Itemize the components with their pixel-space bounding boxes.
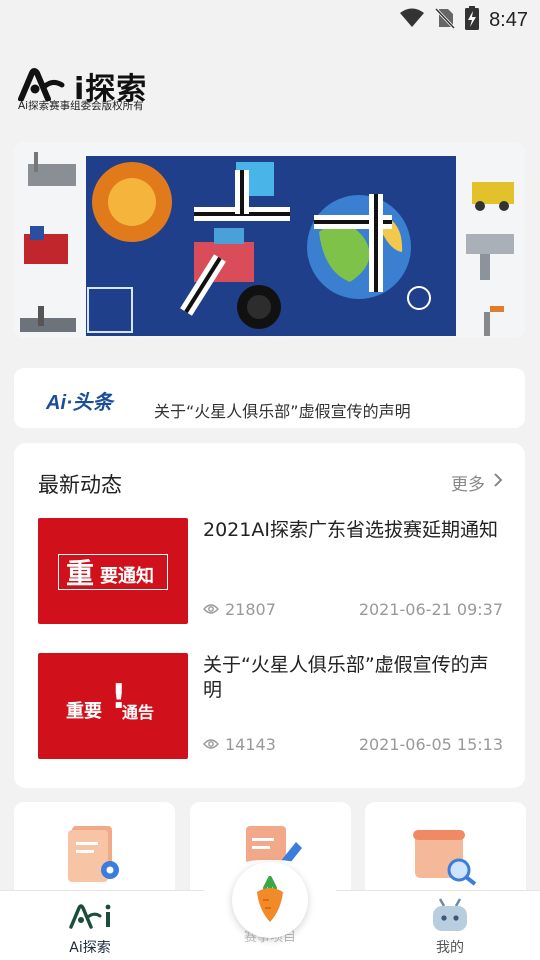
news-item[interactable]: 重 要通知 2021AI探索广东省选拔赛延期通知 21807 2021-06-2… <box>38 518 503 624</box>
battery-charging-icon <box>465 6 480 34</box>
headline-text[interactable]: 关于“火星人俱乐部”虚假宣传的声明 <box>154 398 411 422</box>
latest-news-card: 最新动态 更多 重 要通知 2021AI探索广东省选拔赛延期通知 21807 2… <box>14 443 525 788</box>
section-title: 最新动态 <box>38 473 122 497</box>
more-link[interactable]: 更多 <box>451 470 503 495</box>
headline-logo: Ai·头条 <box>46 392 113 414</box>
carrot-icon <box>251 876 289 928</box>
news-thumbnail: 重 要通知 <box>38 518 188 624</box>
robot-face-icon <box>430 897 470 937</box>
status-icons: 8:47 <box>399 6 528 34</box>
eye-icon <box>203 600 219 619</box>
thumbnail-caption: 要通知 <box>100 566 154 587</box>
news-date: 2021-06-21 09:37 <box>358 600 503 619</box>
banner-image <box>14 142 525 338</box>
headline-ticker[interactable]: Ai·头条 关于“火星人俱乐部”虚假宣传的声明 <box>14 368 525 428</box>
thumbnail-caption-right: 通告 <box>122 703 155 722</box>
ai-logo-icon <box>68 903 114 933</box>
status-bar: 8:47 <box>0 0 540 36</box>
tab-me-label: 我的 <box>436 940 464 956</box>
news-title[interactable]: 2021AI探索广东省选拔赛延期通知 <box>203 518 503 543</box>
news-date: 2021-06-05 15:13 <box>358 735 503 754</box>
tab-home-label: Ai探索 <box>69 940 111 956</box>
scroll-search-icon <box>413 826 479 890</box>
news-views: 21807 <box>203 600 276 619</box>
news-title[interactable]: 关于“火星人俱乐部”虚假宣传的声明 <box>203 653 503 703</box>
news-thumbnail: 重要 ! 通告 <box>38 653 188 759</box>
thumbnail-big-char: 重 <box>66 557 95 590</box>
feature-tile-search[interactable] <box>365 802 526 902</box>
brand-logo: i探索 Ai探索赛事组委会版权所有 <box>18 64 198 116</box>
view-count: 21807 <box>225 600 276 619</box>
news-views: 14143 <box>203 735 276 754</box>
more-label: 更多 <box>451 475 485 495</box>
eye-icon <box>203 735 219 754</box>
feature-tile-documents[interactable] <box>14 802 175 902</box>
document-settings-icon <box>66 822 126 890</box>
wifi-icon <box>399 8 425 32</box>
brand-subtitle: Ai探索赛事组委会版权所有 <box>18 100 144 112</box>
tab-home[interactable]: Ai探索 <box>30 891 150 960</box>
news-item[interactable]: 重要 ! 通告 关于“火星人俱乐部”虚假宣传的声明 14143 2021-06-… <box>38 653 503 759</box>
tab-center-button[interactable] <box>232 862 308 938</box>
view-count: 14143 <box>225 735 276 754</box>
thumbnail-caption-left: 重要 <box>66 701 102 722</box>
chevron-right-icon <box>493 472 503 493</box>
no-sim-icon <box>434 7 456 33</box>
status-time: 8:47 <box>489 8 528 31</box>
banner-carousel[interactable] <box>14 142 525 338</box>
tab-me[interactable]: 我的 <box>390 891 510 960</box>
